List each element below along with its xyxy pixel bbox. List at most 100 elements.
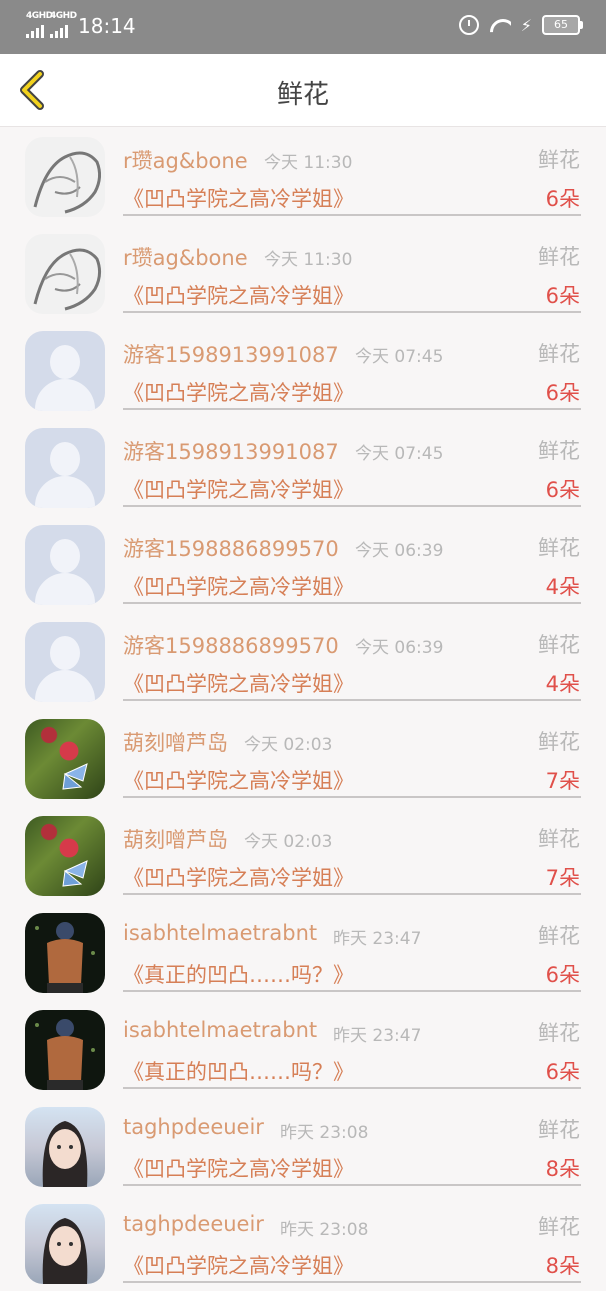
book-title: 《凹凸学院之高冷学姐》 [123,478,354,502]
timestamp: 今天 07:45 [355,347,444,367]
divider [123,893,581,895]
list-item[interactable]: 游客1598913991087 今天 07:45 鲜花 《凹凸学院之高冷学姐》 … [0,321,606,418]
timestamp: 今天 02:03 [244,735,333,755]
gift-type: 鲜花 [538,148,580,172]
avatar[interactable] [25,1107,105,1187]
list-item[interactable]: isabhtelmaetrabnt 昨天 23:47 鲜花 《真正的凹凸……吗？… [0,1000,606,1097]
divider [123,408,581,410]
book-title: 《凹凸学院之高冷学姐》 [123,575,354,599]
flower-count: 6朵 [545,284,580,308]
avatar[interactable] [25,234,105,314]
divider [123,1281,581,1283]
user-name: r瓒ag&bone [123,246,248,270]
book-title: 《凹凸学院之高冷学姐》 [123,672,354,696]
gift-type: 鲜花 [538,827,580,851]
avatar[interactable] [25,525,105,605]
book-title: 《凹凸学院之高冷学姐》 [123,187,354,211]
gift-type: 鲜花 [538,730,580,754]
list-item[interactable]: 游客1598886899570 今天 06:39 鲜花 《凹凸学院之高冷学姐》 … [0,515,606,612]
timestamp: 今天 06:39 [355,638,444,658]
flower-record-list: r瓒ag&bone 今天 11:30 鲜花 《凹凸学院之高冷学姐》 6朵 r瓒a… [0,127,606,1291]
timestamp: 昨天 23:08 [280,1220,369,1240]
divider [123,796,581,798]
avatar[interactable] [25,913,105,993]
user-name: r瓒ag&bone [123,149,248,173]
gift-type: 鲜花 [538,536,580,560]
user-name: isabhtelmaetrabnt [123,1018,318,1042]
list-item[interactable]: isabhtelmaetrabnt 昨天 23:47 鲜花 《真正的凹凸……吗？… [0,903,606,1000]
list-item[interactable]: taghpdeeueir 昨天 23:08 鲜花 《凹凸学院之高冷学姐》 8朵 [0,1194,606,1291]
timestamp: 今天 07:45 [355,444,444,464]
book-title: 《真正的凹凸……吗？》 [123,963,354,987]
avatar[interactable] [25,719,105,799]
flower-count: 6朵 [545,478,580,502]
avatar[interactable] [25,137,105,217]
flower-count: 6朵 [545,963,580,987]
timestamp: 今天 11:30 [264,250,353,270]
status-bar: 4GHD 4GHD 18:14 ⚡ 65 [0,0,606,54]
divider [123,602,581,604]
divider [123,214,581,216]
timestamp: 昨天 23:47 [333,1026,422,1046]
user-name: 游客1598913991087 [123,440,339,464]
signal-icon: 4GHD [50,11,77,38]
user-name: 游客1598886899570 [123,634,339,658]
flower-count: 8朵 [545,1254,580,1278]
gift-type: 鲜花 [538,342,580,366]
avatar[interactable] [25,816,105,896]
page-title: 鲜花 [276,80,329,110]
divider [123,699,581,701]
gift-type: 鲜花 [538,633,580,657]
list-item[interactable]: 葫刻噌芦岛 今天 02:03 鲜花 《凹凸学院之高冷学姐》 7朵 [0,709,606,806]
book-title: 《凹凸学院之高冷学姐》 [123,769,354,793]
user-name: taghpdeeueir [123,1115,264,1139]
list-item[interactable]: 葫刻噌芦岛 今天 02:03 鲜花 《凹凸学院之高冷学姐》 7朵 [0,806,606,903]
avatar[interactable] [25,622,105,702]
divider [123,1184,581,1186]
alarm-icon [458,15,479,35]
signal-icon: 4GHD [26,11,53,38]
charging-icon: ⚡ [520,15,532,35]
flower-count: 6朵 [545,187,580,211]
clock: 18:14 [78,13,136,38]
book-title: 《凹凸学院之高冷学姐》 [123,381,354,405]
user-name: isabhtelmaetrabnt [123,921,318,945]
list-item[interactable]: r瓒ag&bone 今天 11:30 鲜花 《凹凸学院之高冷学姐》 6朵 [0,127,606,224]
gift-type: 鲜花 [538,1021,580,1045]
book-title: 《凹凸学院之高冷学姐》 [123,284,354,308]
flower-count: 8朵 [545,1157,580,1181]
flower-count: 7朵 [545,866,580,890]
list-item[interactable]: 游客1598913991087 今天 07:45 鲜花 《凹凸学院之高冷学姐》 … [0,418,606,515]
book-title: 《真正的凹凸……吗？》 [123,1060,354,1084]
user-name: taghpdeeueir [123,1212,264,1236]
gift-type: 鲜花 [538,439,580,463]
flower-count: 7朵 [545,769,580,793]
avatar[interactable] [25,331,105,411]
list-item[interactable]: taghpdeeueir 昨天 23:08 鲜花 《凹凸学院之高冷学姐》 8朵 [0,1097,606,1194]
avatar[interactable] [25,1204,105,1284]
avatar[interactable] [25,428,105,508]
flower-count: 4朵 [545,672,580,696]
flower-count: 6朵 [545,381,580,405]
timestamp: 今天 02:03 [244,832,333,852]
timestamp: 今天 11:30 [264,153,353,173]
timestamp: 昨天 23:08 [280,1123,369,1143]
book-title: 《凹凸学院之高冷学姐》 [123,1254,354,1278]
gift-type: 鲜花 [538,245,580,269]
gift-type: 鲜花 [538,1215,580,1239]
divider [123,311,581,313]
wifi-icon [489,17,511,33]
divider [123,505,581,507]
user-name: 游客1598913991087 [123,343,339,367]
user-name: 葫刻噌芦岛 [123,731,228,755]
book-title: 《凹凸学院之高冷学姐》 [123,866,354,890]
app-header: 鲜花 [0,54,606,127]
list-item[interactable]: 游客1598886899570 今天 06:39 鲜花 《凹凸学院之高冷学姐》 … [0,612,606,709]
gift-type: 鲜花 [538,1118,580,1142]
user-name: 游客1598886899570 [123,537,339,561]
flower-count: 4朵 [545,575,580,599]
divider [123,990,581,992]
list-item[interactable]: r瓒ag&bone 今天 11:30 鲜花 《凹凸学院之高冷学姐》 6朵 [0,224,606,321]
avatar[interactable] [25,1010,105,1090]
user-name: 葫刻噌芦岛 [123,828,228,852]
